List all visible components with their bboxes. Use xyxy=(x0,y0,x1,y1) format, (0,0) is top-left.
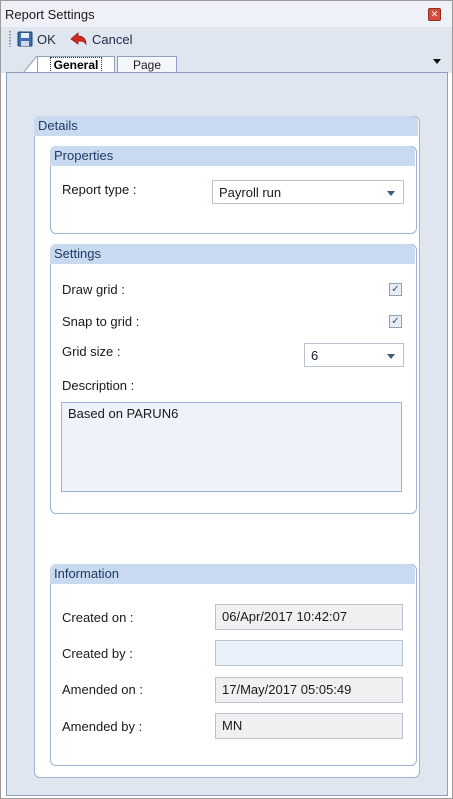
title-bar: Report Settings ✕ xyxy=(1,1,452,27)
draw-grid-checkbox[interactable]: ✓ xyxy=(389,283,402,296)
grid-size-select[interactable]: 6 xyxy=(304,343,404,367)
amended-on-label: Amended on : xyxy=(62,682,143,697)
toolbar-grip[interactable] xyxy=(9,31,11,47)
ok-button[interactable]: OK xyxy=(17,30,56,48)
grid-size-value: 6 xyxy=(311,348,319,363)
description-field[interactable]: Based on PARUN6 xyxy=(61,402,402,492)
amended-on-field: 17/May/2017 05:05:49 xyxy=(215,677,403,703)
created-on-label: Created on : xyxy=(62,610,134,625)
created-by-label: Created by : xyxy=(62,646,133,661)
chevron-down-icon xyxy=(387,354,395,359)
cancel-arrow-icon xyxy=(70,32,87,46)
tab-overflow-dropdown-icon[interactable] xyxy=(433,59,441,64)
save-icon xyxy=(17,31,33,47)
toolbar: OK Cancel xyxy=(1,27,452,51)
tab-general-label: General xyxy=(49,57,103,73)
tab-page-label: Page xyxy=(132,58,162,72)
details-header: Details xyxy=(34,116,418,136)
report-type-value: Payroll run xyxy=(219,185,282,200)
grid-size-label: Grid size : xyxy=(62,344,121,359)
report-type-label: Report type : xyxy=(62,182,137,197)
cancel-button[interactable]: Cancel xyxy=(70,30,132,48)
chevron-down-icon xyxy=(387,191,395,196)
information-header: Information xyxy=(50,564,415,584)
close-icon[interactable]: ✕ xyxy=(428,8,441,21)
properties-header: Properties xyxy=(50,146,415,166)
created-on-field: 06/Apr/2017 10:42:07 xyxy=(215,604,403,630)
draw-grid-label: Draw grid : xyxy=(62,282,125,297)
created-by-field xyxy=(215,640,403,666)
report-type-select[interactable]: Payroll run xyxy=(212,180,404,204)
snap-to-grid-checkbox[interactable]: ✓ xyxy=(389,315,402,328)
cancel-label: Cancel xyxy=(92,31,133,47)
amended-by-field: MN xyxy=(215,713,403,739)
window-title: Report Settings xyxy=(5,7,95,22)
tab-strip: General Page xyxy=(1,51,452,74)
settings-header: Settings xyxy=(50,244,415,264)
amended-by-label: Amended by : xyxy=(62,719,143,734)
description-label: Description : xyxy=(62,378,135,393)
snap-to-grid-label: Snap to grid : xyxy=(62,314,140,329)
ok-label: OK xyxy=(37,31,56,47)
